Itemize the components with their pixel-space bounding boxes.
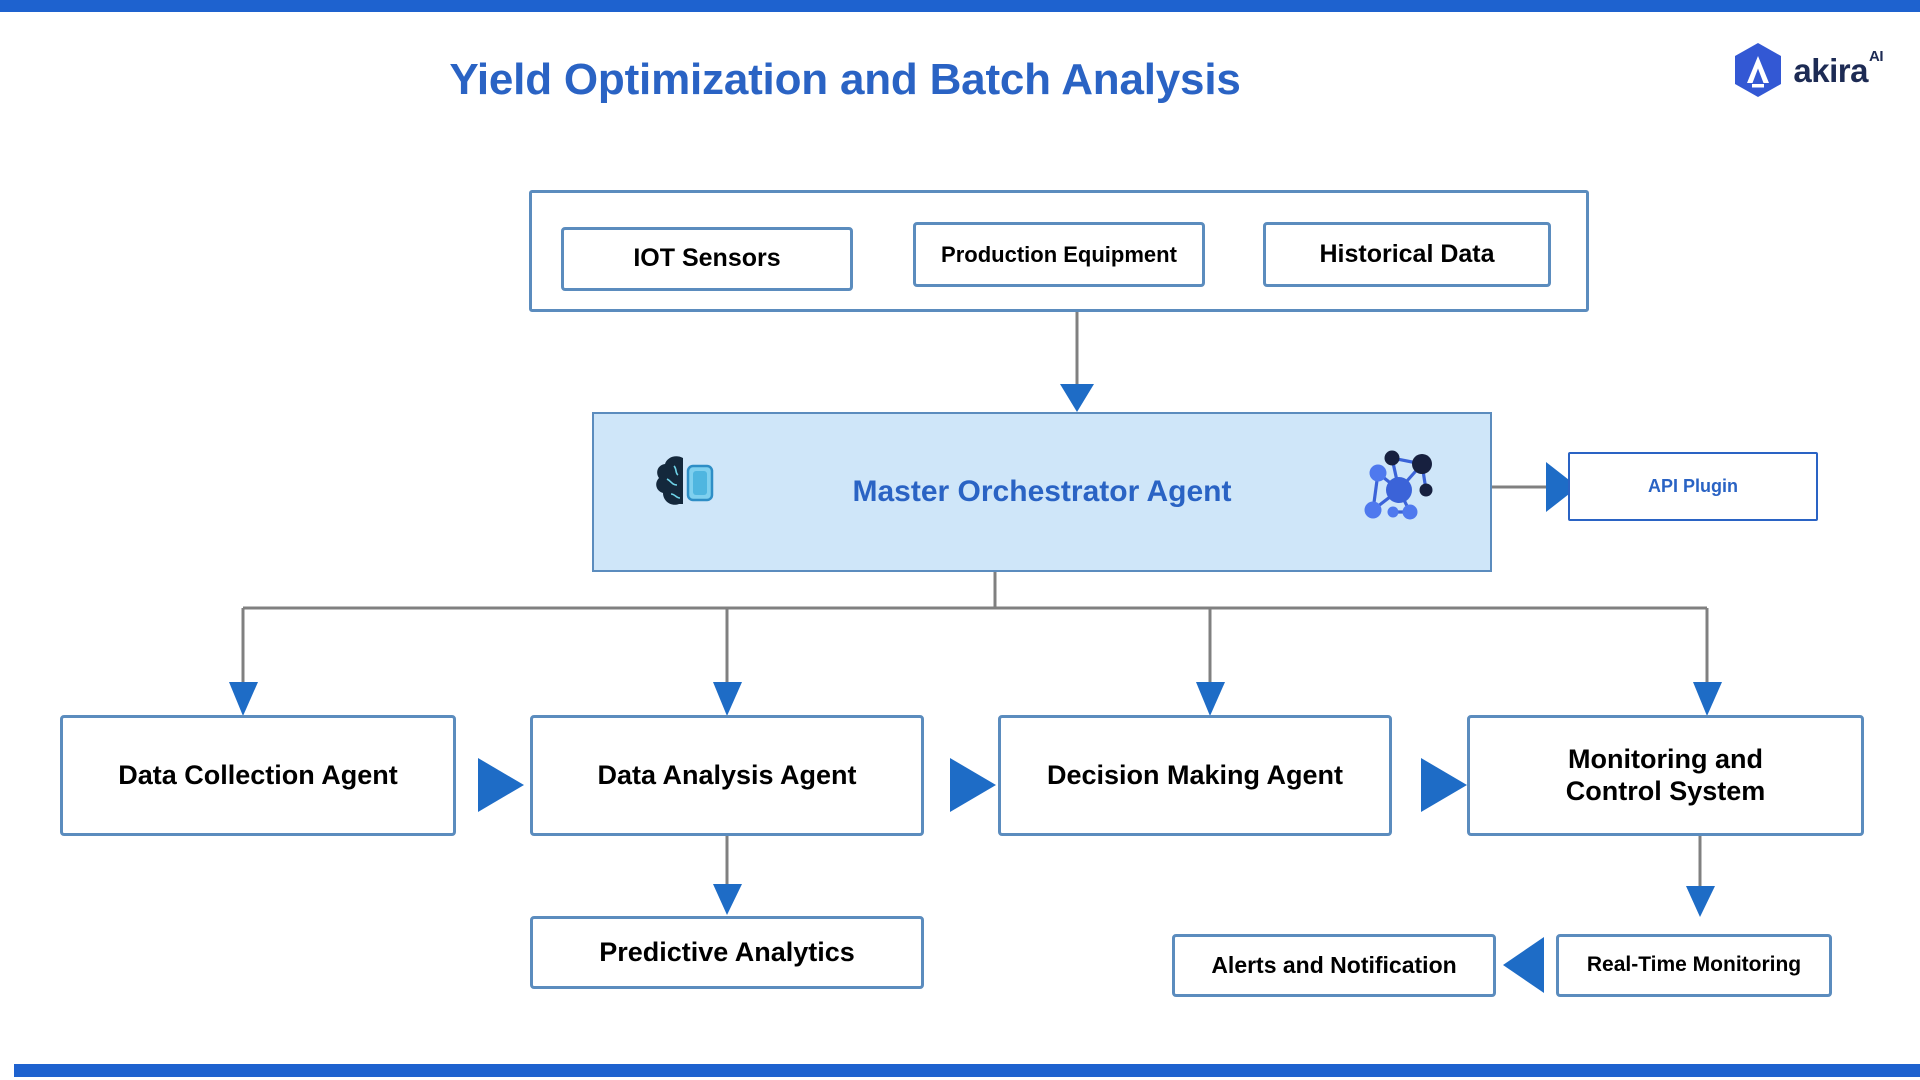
brand-logo: akiraAI	[1732, 42, 1884, 98]
source-box-production-equipment[interactable]: Production Equipment	[913, 222, 1205, 287]
agent-label-decision-making: Decision Making Agent	[1046, 759, 1344, 790]
akira-hexagon-logo-icon	[1732, 42, 1784, 98]
page-title: Yield Optimization and Batch Analysis	[449, 55, 1241, 104]
top-accent-bar	[0, 0, 1920, 12]
output-label-predictive-analytics: Predictive Analytics	[599, 936, 855, 967]
api-plugin-box[interactable]: API Plugin	[1568, 452, 1818, 521]
output-box-alerts-notification[interactable]: Alerts and Notification	[1172, 934, 1496, 997]
brand-name: akira	[1793, 51, 1868, 89]
source-label-production-equipment: Production Equipment	[941, 241, 1177, 267]
brand-name-wrap: akiraAI	[1793, 49, 1883, 89]
brain-chip-icon	[652, 452, 718, 514]
master-orchestrator-box[interactable]: Master Orchestrator Agent	[592, 412, 1492, 572]
output-label-alerts-notification: Alerts and Notification	[1211, 951, 1457, 978]
agent-box-monitoring-control[interactable]: Monitoring and Control System	[1467, 715, 1864, 836]
brand-superscript: AI	[1869, 47, 1884, 65]
agent-box-data-collection[interactable]: Data Collection Agent	[60, 715, 456, 836]
output-box-predictive-analytics[interactable]: Predictive Analytics	[530, 916, 924, 989]
api-plugin-label: API Plugin	[1648, 476, 1738, 496]
bottom-accent-bar	[14, 1064, 1920, 1077]
output-label-real-time-monitoring: Real-Time Monitoring	[1586, 953, 1802, 977]
agent-box-decision-making[interactable]: Decision Making Agent	[998, 715, 1392, 836]
source-label-historical-data: Historical Data	[1319, 239, 1495, 268]
agent-label-data-collection: Data Collection Agent	[118, 759, 398, 790]
source-label-iot-sensors: IOT Sensors	[633, 244, 781, 273]
agent-label-monitoring-control: Monitoring and Control System	[1565, 743, 1766, 806]
master-orchestrator-label: Master Orchestrator Agent	[852, 475, 1232, 508]
output-box-real-time-monitoring[interactable]: Real-Time Monitoring	[1556, 934, 1832, 997]
source-box-iot-sensors[interactable]: IOT Sensors	[561, 227, 853, 291]
source-box-historical-data[interactable]: Historical Data	[1263, 222, 1551, 287]
diagram-canvas: Yield Optimization and Batch Analysis ak…	[0, 0, 1920, 1080]
agent-label-data-analysis: Data Analysis Agent	[597, 759, 857, 790]
network-graph-icon	[1356, 446, 1442, 526]
agent-box-data-analysis[interactable]: Data Analysis Agent	[530, 715, 924, 836]
